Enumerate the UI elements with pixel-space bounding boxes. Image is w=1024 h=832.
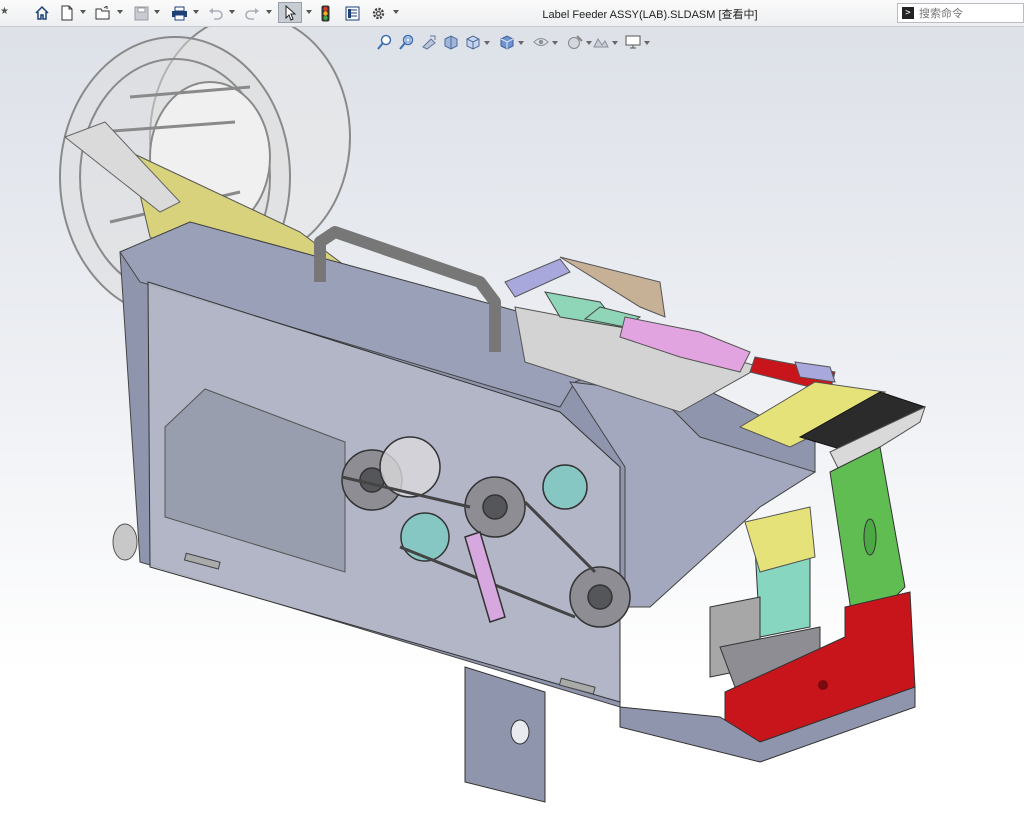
print-icon[interactable] — [170, 3, 188, 23]
options-dropdown-arrow[interactable] — [393, 10, 399, 14]
new-dropdown-arrow[interactable] — [80, 10, 86, 14]
label-feeder-assembly-model[interactable] — [0, 27, 1024, 832]
command-prompt-icon: > — [902, 7, 914, 19]
undo-icon[interactable] — [207, 3, 223, 23]
search-commands-input[interactable] — [919, 5, 1015, 21]
open-dropdown-arrow[interactable] — [117, 10, 123, 14]
menu-bar: ★ Label Feeder ASSY(LAB).SLDASM [查看中] > … — [0, 0, 1024, 27]
options-gear-icon[interactable] — [369, 3, 387, 23]
file-properties-icon[interactable] — [343, 3, 361, 23]
select-pointer-icon[interactable] — [278, 2, 302, 23]
print-dropdown-arrow[interactable] — [193, 10, 199, 14]
pin-icon[interactable]: ★ — [0, 6, 9, 17]
redo-dropdown-arrow[interactable] — [266, 10, 272, 14]
save-icon[interactable] — [132, 3, 150, 23]
select-dropdown-arrow[interactable] — [306, 10, 312, 14]
open-folder-icon[interactable] — [94, 3, 112, 23]
mounting-stand[interactable] — [464, 666, 546, 803]
new-document-icon[interactable] — [59, 3, 75, 23]
home-icon[interactable] — [33, 3, 51, 23]
redo-icon[interactable] — [244, 3, 260, 23]
document-title: Label Feeder ASSY(LAB).SLDASM [查看中] — [542, 9, 758, 21]
save-dropdown-arrow[interactable] — [154, 10, 160, 14]
traffic-light-icon[interactable] — [319, 3, 331, 23]
graphics-viewport[interactable] — [0, 27, 1024, 832]
search-commands-box[interactable]: > — [897, 3, 1024, 23]
side-knob[interactable] — [112, 523, 138, 561]
undo-dropdown-arrow[interactable] — [229, 10, 235, 14]
